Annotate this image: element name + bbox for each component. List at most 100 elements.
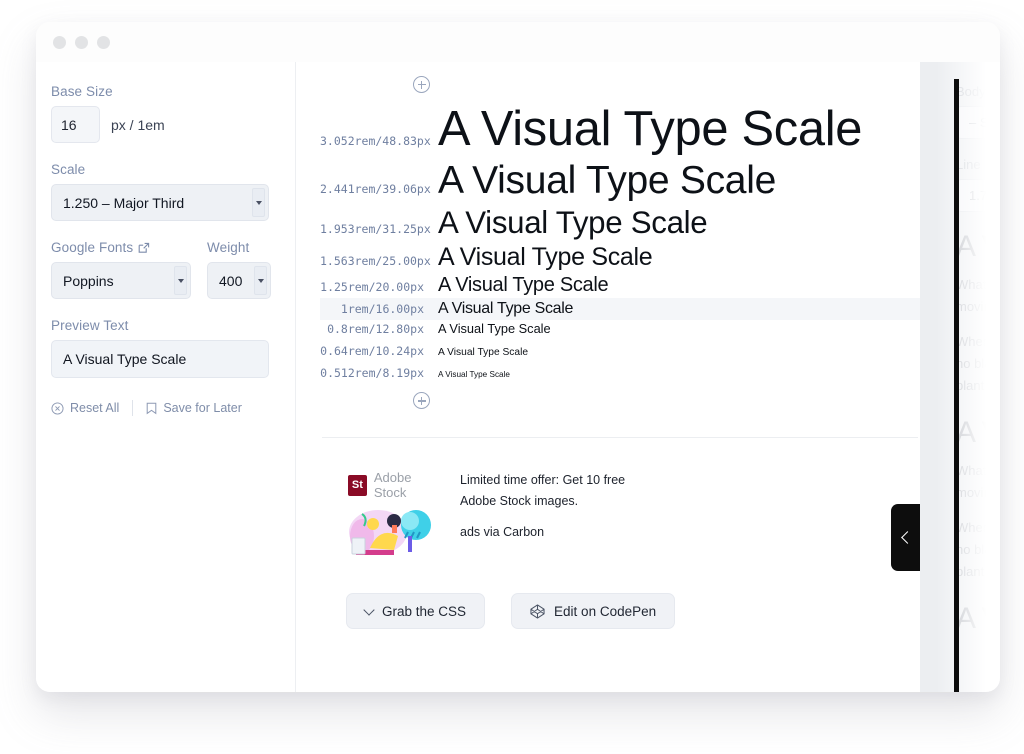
chevron-down-icon[interactable] [254,266,267,295]
chevron-down-icon [363,604,375,616]
type-scale-row[interactable]: 1.563rem/25.00px A Visual Type Scale [320,242,920,273]
edit-on-codepen-button[interactable]: Edit on CodePen [511,593,676,630]
type-scale-row[interactable]: 1.953rem/31.25px A Visual Type Scale [320,204,920,242]
weight-select[interactable]: 400 [207,262,271,299]
close-dot[interactable] [53,35,66,49]
preview-paragraph-2: When i no bla plant i [956,517,1000,584]
weight-value: 400 [219,272,243,289]
type-scale-size-label: 0.64rem/10.24px [320,344,424,359]
type-scale-size-label: 2.441rem/39.06px [320,181,431,196]
sidebar-actions: Reset All Save for Later [51,400,295,416]
circle-plus-icon[interactable] [413,76,430,93]
preview-p2-line2: no bla [956,541,992,557]
base-size-row: px / 1em [51,106,295,143]
codepen-icon [530,604,545,619]
type-scale-size-label: 1.563rem/25.00px [320,253,431,268]
scale-group: Scale 1.250 – Major Third [51,162,295,221]
body-preview-block: A V What l moving When i no bla plant i [956,416,1000,584]
preview-p1-line1: What l [956,462,993,478]
type-scale-row[interactable]: 0.64rem/10.24px A Visual Type Scale [320,342,920,364]
type-scale-list: 3.052rem/48.83px A Visual Type Scale 2.441… [320,101,920,386]
body-preview-block: A V What l moving When i no bla plant i [956,230,1000,398]
action-buttons: Grab the CSS Edit on CodePen [320,563,920,630]
body-font-value: – Sa [969,115,996,130]
type-scale-size-label: 3.052rem/48.83px [320,134,431,148]
type-scale-size-label: 1.953rem/31.25px [320,221,431,236]
collapse-panel-button[interactable] [891,504,920,571]
type-scale-row[interactable]: 2.441rem/39.06px A Visual Type Scale [320,158,920,204]
reset-all-button[interactable]: Reset All [51,401,119,415]
type-scale-sample-text: A Visual Type Scale [438,321,551,337]
type-scale-size-label: 0.8rem/12.80px [327,322,424,337]
browser-window: Base Size px / 1em Scale 1.250 – Major T… [36,22,1000,692]
type-scale-sample-text: A Visual Type Scale [438,242,653,271]
chevron-left-icon [900,531,914,544]
scale-select-value: 1.250 – Major Third [63,194,185,211]
type-scale-size-label: 1.25rem/20.00px [320,279,424,294]
preview-pane: 3.052rem/48.83px A Visual Type Scale 2.441… [295,62,920,692]
body-settings-panel: Body F – Sa Line He 1.75 A V What l movi… [920,62,1000,692]
ad-copy: Limited time offer: Get 10 free Adobe St… [460,470,625,563]
add-size-top-row [320,62,920,99]
save-for-later-button[interactable]: Save for Later [146,401,242,415]
base-size-unit: px / 1em [111,116,165,133]
chevron-down-icon[interactable] [252,188,265,217]
bookmark-icon [147,402,157,414]
type-scale-row[interactable]: 0.512rem/8.19px A Visual Type Scale [320,364,920,386]
preview-p2-line1: When i [956,333,997,349]
google-fonts-select[interactable]: Poppins [51,262,191,299]
google-fonts-label: Google Fonts [51,240,191,255]
type-scale-row[interactable]: 0.8rem/12.80px A Visual Type Scale [320,320,920,342]
type-scale-row[interactable]: 3.052rem/48.83px A Visual Type Scale [320,101,920,158]
type-scale-size-label: 0.512rem/8.19px [320,366,424,381]
google-fonts-group: Google Fonts Poppins [51,240,191,299]
preview-p2-line3: plant i [956,564,991,580]
ad-image-block: St Adobe Stock [348,470,440,563]
preview-paragraph-1: What l moving [956,460,1000,505]
adobe-stock-badge: St [348,474,367,496]
panel-dark-edge [954,79,959,692]
preview-paragraph-2: When i no bla plant i [956,331,1000,398]
weight-group: Weight 400 [207,240,271,299]
grab-css-label: Grab the CSS [382,603,467,619]
ad-line-2: Adobe Stock images. [460,493,579,508]
preview-p1-line1: What l [956,277,993,292]
circle-x-icon [51,401,64,415]
google-fonts-value: Poppins [63,272,114,289]
type-scale-sample-text: A Visual Type Scale [438,102,863,156]
grab-css-button[interactable]: Grab the CSS [346,593,486,630]
circle-plus-icon[interactable] [413,392,430,410]
page-root: Base Size px / 1em Scale 1.250 – Major T… [0,0,1024,754]
ad-line-1: Limited time offer: Get 10 free [460,473,626,488]
type-scale-row[interactable]: 1.25rem/20.00px A Visual Type Scale [320,273,920,299]
external-link-icon[interactable] [138,242,150,254]
reset-all-label: Reset All [70,401,120,415]
scale-label: Scale [51,162,86,177]
scale-select[interactable]: 1.250 – Major Third [51,184,269,221]
adobe-stock-brand: Adobe Stock [373,470,412,501]
adobe-stock-logo: St Adobe Stock [348,470,440,500]
controls-sidebar: Base Size px / 1em Scale 1.250 – Major T… [36,62,295,692]
ad-attribution: ads via Carbon [460,524,545,539]
base-size-input[interactable] [51,106,100,143]
font-weight-group: Google Fonts Poppins Weight 400 [51,240,295,299]
zoom-dot[interactable] [97,35,110,49]
preview-heading: A V [956,230,1000,263]
line-height-input[interactable]: 1.75 [956,179,1000,212]
type-scale-row[interactable]: 1rem/16.00px A Visual Type Scale [320,298,920,321]
base-size-group: Base Size px / 1em [51,84,295,143]
chevron-down-icon[interactable] [174,266,187,295]
preview-text-input[interactable] [51,340,269,378]
body-font-select[interactable]: – Sa [956,106,1000,139]
minimize-dot[interactable] [75,35,88,49]
type-scale-sample-text: A Visual Type Scale [438,300,574,318]
carbon-ad[interactable]: St Adobe Stock Limited time offer: Get 1… [320,438,920,563]
preview-p1-line2: moving [956,299,998,315]
weight-label: Weight [207,240,250,255]
type-scale-size-label: 1rem/16.00px [340,302,424,317]
save-for-later-label: Save for Later [163,401,242,415]
preview-text-group: Preview Text [51,318,295,378]
type-scale-sample-text: A Visual Type Scale [438,158,776,202]
window-titlebar [36,22,1000,62]
preview-p2-line3: plant i [956,378,991,394]
